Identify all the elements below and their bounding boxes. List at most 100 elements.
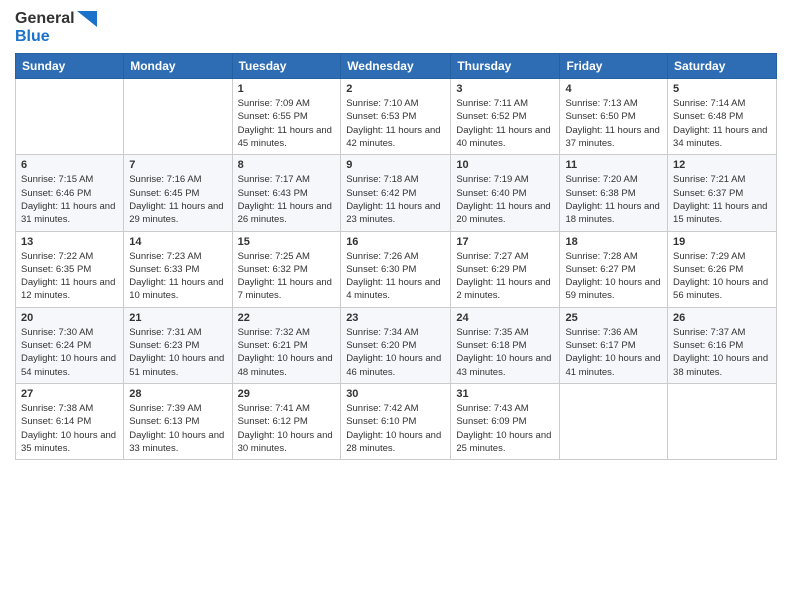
day-detail: Sunrise: 7:38 AM Sunset: 6:14 PM Dayligh… [21,402,118,455]
calendar-cell: 22 Sunrise: 7:32 AM Sunset: 6:21 PM Dayli… [232,307,341,383]
calendar-cell: 17Sunrise: 7:27 AM Sunset: 6:29 PM Dayli… [451,231,560,307]
calendar-cell: 15 Sunrise: 7:25 AM Sunset: 6:32 PM Dayli… [232,231,341,307]
day-detail: Sunrise: 7:39 AM Sunset: 6:13 PM Dayligh… [129,402,226,455]
calendar-cell [124,79,232,155]
calendar-cell: 3 Sunrise: 7:11 AM Sunset: 6:52 PM Daylig… [451,79,560,155]
calendar-cell: 26 Sunrise: 7:37 AM Sunset: 6:16 PM Dayli… [668,307,777,383]
day-number: 9 [346,159,445,171]
day-detail: Sunrise: 7:19 AM Sunset: 6:40 PM Dayligh… [456,173,554,226]
weekday-header-thursday: Thursday [451,54,560,79]
day-number: 20 [21,312,118,324]
day-detail: Sunrise: 7:32 AM Sunset: 6:21 PM Dayligh… [238,326,336,379]
day-detail: Sunrise: 7:28 AM Sunset: 6:27 PM Dayligh… [565,250,662,303]
calendar-cell: 21Sunrise: 7:31 AM Sunset: 6:23 PM Dayli… [124,307,232,383]
week-row-2: 6 Sunrise: 7:15 AM Sunset: 6:46 PM Daylig… [16,155,777,231]
day-number: 7 [129,159,226,171]
day-number: 26 [673,312,771,324]
day-detail: Sunrise: 7:42 AM Sunset: 6:10 PM Dayligh… [346,402,445,455]
day-detail: Sunrise: 7:11 AM Sunset: 6:52 PM Dayligh… [456,97,554,150]
calendar-cell: 10Sunrise: 7:19 AM Sunset: 6:40 PM Dayli… [451,155,560,231]
day-number: 18 [565,236,662,248]
calendar-cell: 27 Sunrise: 7:38 AM Sunset: 6:14 PM Dayli… [16,383,124,459]
day-number: 12 [673,159,771,171]
weekday-header-tuesday: Tuesday [232,54,341,79]
day-detail: Sunrise: 7:14 AM Sunset: 6:48 PM Dayligh… [673,97,771,150]
day-number: 31 [456,388,554,400]
day-detail: Sunrise: 7:23 AM Sunset: 6:33 PM Dayligh… [129,250,226,303]
calendar-cell: 4 Sunrise: 7:13 AM Sunset: 6:50 PM Daylig… [560,79,668,155]
calendar-cell: 12 Sunrise: 7:21 AM Sunset: 6:37 PM Dayli… [668,155,777,231]
calendar-cell: 28 Sunrise: 7:39 AM Sunset: 6:13 PM Dayli… [124,383,232,459]
week-row-5: 27 Sunrise: 7:38 AM Sunset: 6:14 PM Dayli… [16,383,777,459]
calendar-cell: 16Sunrise: 7:26 AM Sunset: 6:30 PM Dayli… [341,231,451,307]
day-number: 11 [565,159,662,171]
day-detail: Sunrise: 7:36 AM Sunset: 6:17 PM Dayligh… [565,326,662,379]
calendar-cell: 31 Sunrise: 7:43 AM Sunset: 6:09 PM Dayli… [451,383,560,459]
weekday-header-sunday: Sunday [16,54,124,79]
day-detail: Sunrise: 7:09 AM Sunset: 6:55 PM Dayligh… [238,97,336,150]
day-detail: Sunrise: 7:16 AM Sunset: 6:45 PM Dayligh… [129,173,226,226]
day-number: 15 [238,236,336,248]
day-number: 28 [129,388,226,400]
weekday-header-monday: Monday [124,54,232,79]
calendar-cell: 1 Sunrise: 7:09 AM Sunset: 6:55 PM Daylig… [232,79,341,155]
day-detail: Sunrise: 7:30 AM Sunset: 6:24 PM Dayligh… [21,326,118,379]
calendar-cell: 5 Sunrise: 7:14 AM Sunset: 6:48 PM Daylig… [668,79,777,155]
day-detail: Sunrise: 7:21 AM Sunset: 6:37 PM Dayligh… [673,173,771,226]
weekday-header-saturday: Saturday [668,54,777,79]
calendar-cell: 2 Sunrise: 7:10 AM Sunset: 6:53 PM Daylig… [341,79,451,155]
page: General Blue SundayMondayTuesdayWednesda… [0,0,792,470]
day-number: 19 [673,236,771,248]
day-number: 6 [21,159,118,171]
day-number: 14 [129,236,226,248]
calendar-cell: 18 Sunrise: 7:28 AM Sunset: 6:27 PM Dayli… [560,231,668,307]
day-number: 4 [565,83,662,95]
calendar-cell: 14 Sunrise: 7:23 AM Sunset: 6:33 PM Dayli… [124,231,232,307]
day-detail: Sunrise: 7:43 AM Sunset: 6:09 PM Dayligh… [456,402,554,455]
day-number: 27 [21,388,118,400]
day-number: 25 [565,312,662,324]
calendar-cell: 30 Sunrise: 7:42 AM Sunset: 6:10 PM Dayli… [341,383,451,459]
calendar-cell: 9 Sunrise: 7:18 AM Sunset: 6:42 PM Daylig… [341,155,451,231]
day-detail: Sunrise: 7:37 AM Sunset: 6:16 PM Dayligh… [673,326,771,379]
day-number: 5 [673,83,771,95]
logo: General Blue [15,10,97,45]
calendar-cell: 19Sunrise: 7:29 AM Sunset: 6:26 PM Dayli… [668,231,777,307]
calendar-cell: 13 Sunrise: 7:22 AM Sunset: 6:35 PM Dayli… [16,231,124,307]
day-detail: Sunrise: 7:34 AM Sunset: 6:20 PM Dayligh… [346,326,445,379]
day-number: 1 [238,83,336,95]
day-number: 17 [456,236,554,248]
calendar-cell: 23 Sunrise: 7:34 AM Sunset: 6:20 PM Dayli… [341,307,451,383]
day-detail: Sunrise: 7:20 AM Sunset: 6:38 PM Dayligh… [565,173,662,226]
calendar-cell: 25 Sunrise: 7:36 AM Sunset: 6:17 PM Dayli… [560,307,668,383]
day-detail: Sunrise: 7:25 AM Sunset: 6:32 PM Dayligh… [238,250,336,303]
day-detail: Sunrise: 7:41 AM Sunset: 6:12 PM Dayligh… [238,402,336,455]
calendar-cell: 11 Sunrise: 7:20 AM Sunset: 6:38 PM Dayli… [560,155,668,231]
day-detail: Sunrise: 7:13 AM Sunset: 6:50 PM Dayligh… [565,97,662,150]
logo-blue-text: Blue [15,28,97,46]
day-number: 2 [346,83,445,95]
day-detail: Sunrise: 7:31 AM Sunset: 6:23 PM Dayligh… [129,326,226,379]
day-detail: Sunrise: 7:10 AM Sunset: 6:53 PM Dayligh… [346,97,445,150]
day-number: 3 [456,83,554,95]
day-detail: Sunrise: 7:18 AM Sunset: 6:42 PM Dayligh… [346,173,445,226]
day-detail: Sunrise: 7:17 AM Sunset: 6:43 PM Dayligh… [238,173,336,226]
day-number: 23 [346,312,445,324]
day-number: 13 [21,236,118,248]
day-number: 16 [346,236,445,248]
weekday-header-friday: Friday [560,54,668,79]
day-number: 22 [238,312,336,324]
calendar-cell: 20 Sunrise: 7:30 AM Sunset: 6:24 PM Dayli… [16,307,124,383]
calendar-table: SundayMondayTuesdayWednesdayThursdayFrid… [15,53,777,460]
day-number: 29 [238,388,336,400]
calendar-cell: 29 Sunrise: 7:41 AM Sunset: 6:12 PM Dayli… [232,383,341,459]
day-detail: Sunrise: 7:15 AM Sunset: 6:46 PM Dayligh… [21,173,118,226]
logo-arrow-icon [77,11,97,27]
day-number: 30 [346,388,445,400]
day-number: 24 [456,312,554,324]
calendar-cell [16,79,124,155]
calendar-cell [668,383,777,459]
week-row-1: 1 Sunrise: 7:09 AM Sunset: 6:55 PM Daylig… [16,79,777,155]
calendar-cell: 7 Sunrise: 7:16 AM Sunset: 6:45 PM Daylig… [124,155,232,231]
day-detail: Sunrise: 7:22 AM Sunset: 6:35 PM Dayligh… [21,250,118,303]
